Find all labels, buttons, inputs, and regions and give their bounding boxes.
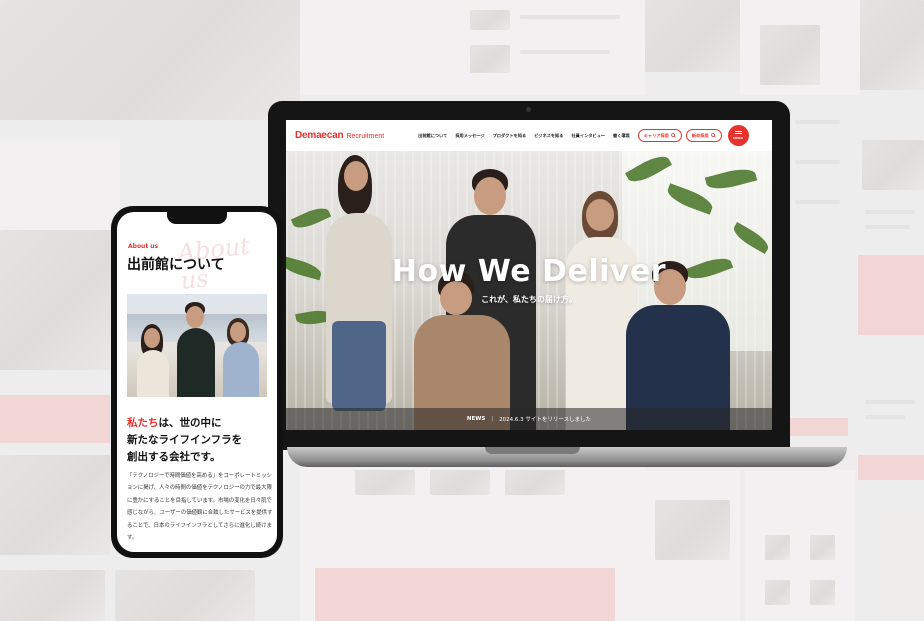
search-icon — [671, 133, 676, 138]
news-label: NEWS — [466, 416, 486, 422]
career-recruit-button[interactable]: キャリア採用 — [637, 129, 682, 142]
mission-body: 「テクノロジーで時間価値を高める」をコーポレートミッションに掲げ、人々の時間の価… — [127, 473, 273, 542]
nav-item-interview[interactable]: 社員インタビュー — [571, 133, 605, 139]
mission-heading: 私たちは、世の中に 新たなライフインフラを 創出する会社です。 — [127, 415, 275, 466]
main-nav: 出前館について 採用メッセージ プロダクトを知る ビジネスを知る 社員インタビュ… — [418, 133, 630, 139]
about-label: About us — [128, 243, 159, 250]
menu-icon-bar — [734, 133, 742, 134]
newgrad-recruit-label: 新卒採用 — [691, 132, 709, 138]
about-photo — [127, 294, 267, 397]
phone-screen: About us About us 出前館について 私たちは、世の中に 新たなラ… — [117, 212, 277, 552]
logo-brand: Demaecan — [295, 130, 344, 141]
hero-title: How We Deliver — [391, 254, 667, 289]
heading-red: 私たち — [127, 417, 159, 429]
menu-button[interactable]: MENU — [727, 125, 749, 146]
news-separator: | — [491, 416, 494, 422]
hero-subtitle: これが、私たちの届け方。 — [481, 295, 577, 304]
camera-dot — [526, 107, 531, 112]
newgrad-recruit-button[interactable]: 新卒採用 — [685, 129, 722, 142]
phone-mockup: About us About us 出前館について 私たちは、世の中に 新たなラ… — [111, 206, 283, 558]
career-recruit-label: キャリア採用 — [643, 132, 669, 138]
laptop-mockup: Demaecan Recruitment 出前館について 採用メッセージ プロダ… — [268, 101, 790, 450]
laptop-base-notch — [485, 447, 580, 454]
menu-label: MENU — [733, 136, 744, 140]
laptop-base — [287, 447, 847, 467]
heading-rest-1: は、世の中に — [158, 417, 222, 429]
nav-item-product[interactable]: プロダクトを知る — [493, 133, 527, 139]
heading-line-3: 創出する会社です。 — [127, 451, 221, 463]
nav-item-message[interactable]: 採用メッセージ — [455, 133, 484, 139]
hero-section: How We Deliver これが、私たちの届け方。 NEWS | 2024.… — [286, 151, 772, 430]
news-bar[interactable]: NEWS | 2024.6.3 サイトをリリースしました — [286, 408, 772, 430]
news-text[interactable]: 2024.6.3 サイトをリリースしました — [499, 415, 591, 423]
menu-icon — [734, 131, 742, 132]
heading-line-2: 新たなライフインフラを — [127, 434, 243, 446]
laptop-screen: Demaecan Recruitment 出前館について 採用メッセージ プロダ… — [286, 120, 772, 430]
nav-item-business[interactable]: ビジネスを知る — [534, 133, 563, 139]
logo-sub: Recruitment — [346, 133, 385, 140]
phone-notch — [167, 212, 227, 224]
site-logo[interactable]: Demaecan Recruitment — [295, 130, 384, 141]
nav-item-about[interactable]: 出前館について — [418, 133, 447, 139]
search-icon — [710, 133, 716, 138]
nav-item-environment[interactable]: 働く環境 — [613, 133, 630, 139]
site-header: Demaecan Recruitment 出前館について 採用メッセージ プロダ… — [286, 120, 772, 151]
about-title: 出前館について — [127, 257, 225, 273]
